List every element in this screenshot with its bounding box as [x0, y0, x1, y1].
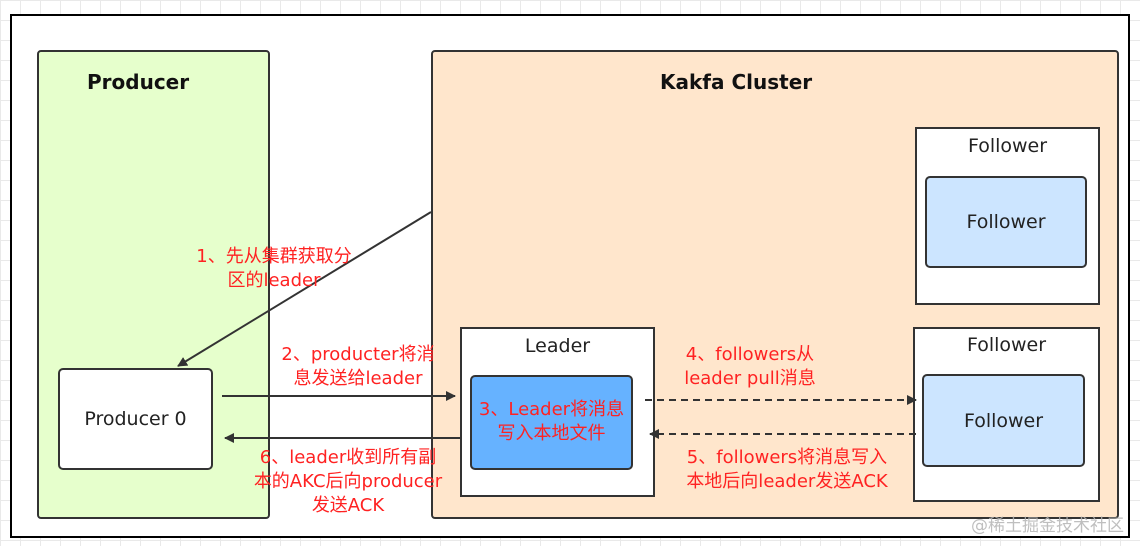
- step5-annotation: 5、followers将消息写入 本地后向leader发送ACK: [686, 447, 888, 492]
- step4-annotation: 4、followers从 leader pull消息: [684, 344, 816, 389]
- watermark: @稀土掘金技术社区: [971, 516, 1124, 536]
- step3-annotation: 3、Leader将消息 写入本地文件: [478, 399, 625, 444]
- arrows-layer: [177, 211, 917, 443]
- step6-annotation: 6、leader收到所有副 本的AKC后向producer 发送ACK: [253, 447, 443, 516]
- step2-annotation: 2、producter将消 息发送给leader: [281, 344, 435, 389]
- step1-annotation: 1、先从集群获取分 区的leader: [196, 246, 352, 291]
